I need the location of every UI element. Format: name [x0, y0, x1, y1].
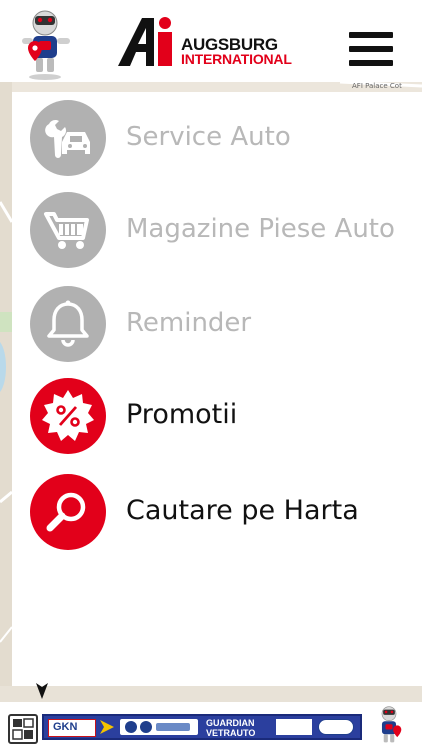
arrow-logo-icon [100, 720, 114, 734]
menu-item-label: Reminder [126, 308, 252, 338]
magnifier-icon [30, 474, 106, 550]
calculator-icon[interactable] [8, 714, 38, 744]
menu-item-cautare-pe-harta[interactable]: Cautare pe Harta [30, 474, 410, 554]
percent-badge-icon [30, 378, 106, 454]
side-menu: Service Auto Magazine Piese Auto Reminde… [12, 92, 422, 686]
menu-item-label: Service Auto [126, 122, 291, 152]
menu-item-label: Promotii [126, 399, 238, 430]
menu-item-service-auto[interactable]: Service Auto [30, 100, 410, 180]
robot-mascot-small-icon [381, 706, 402, 743]
brand-gkn: GKN [53, 721, 78, 733]
bell-icon [30, 286, 106, 362]
partner-footer: GKN GUARDIAN VETRAUTO [0, 702, 422, 750]
menu-item-label: Magazine Piese Auto [126, 214, 395, 244]
partner-brands-banner[interactable]: GKN GUARDIAN VETRAUTO [42, 714, 362, 740]
partner-logo-icon [125, 721, 190, 733]
map-pointer-icon [36, 683, 48, 699]
brand-guardian: GUARDIAN [206, 718, 255, 728]
menu-item-magazine-piese-auto[interactable]: Magazine Piese Auto [30, 192, 410, 272]
ai-logo-mark-icon [118, 17, 172, 66]
shopping-cart-icon [30, 192, 106, 268]
robot-mascot-icon [22, 10, 70, 80]
logo-line-2: INTERNATIONAL [181, 51, 292, 67]
brand-vetrauto: VETRAUTO [206, 728, 256, 738]
car-service-icon [30, 100, 106, 176]
hamburger-menu-icon[interactable] [349, 32, 393, 66]
menu-item-reminder[interactable]: Reminder [30, 286, 410, 366]
menu-item-label: Cautare pe Harta [126, 495, 359, 526]
augsburg-international-logo: AUGSBURG INTERNATIONAL [118, 16, 298, 68]
menu-item-promotii[interactable]: Promotii [30, 378, 410, 458]
app-header: AUGSBURG INTERNATIONAL [0, 0, 422, 82]
map-label: AFI Palace Cot [352, 82, 402, 90]
